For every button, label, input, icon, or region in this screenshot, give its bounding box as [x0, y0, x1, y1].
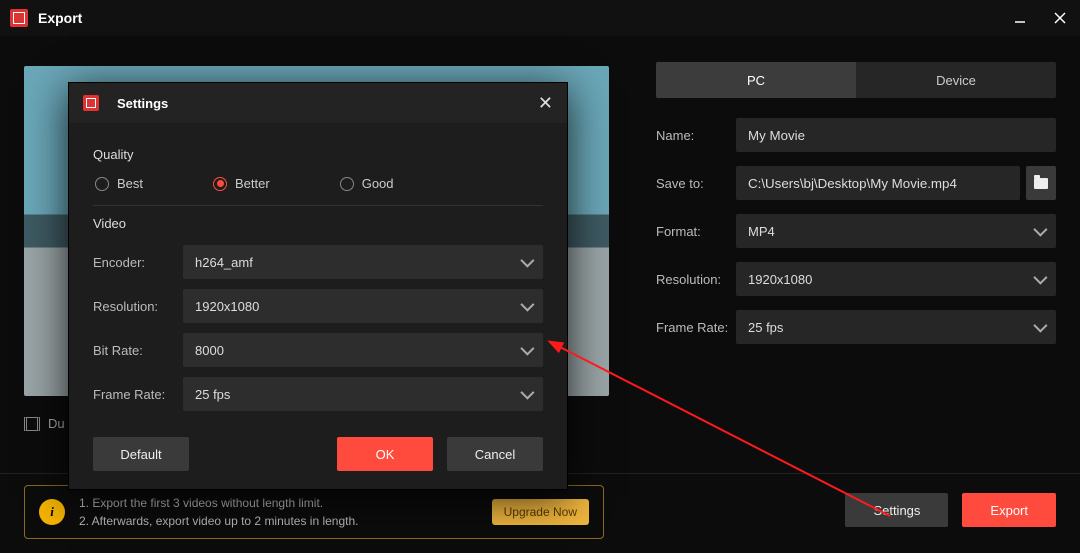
chevron-down-icon [520, 342, 534, 356]
modal-title: Settings [117, 96, 168, 111]
video-section-title: Video [93, 216, 543, 231]
resolution-label: Resolution: [656, 272, 736, 287]
app-icon [10, 9, 28, 27]
settings-modal: Settings ✕ Quality Best Better Good Vide… [68, 82, 568, 490]
chevron-down-icon [520, 386, 534, 400]
close-button[interactable] [1050, 8, 1070, 28]
cancel-button[interactable]: Cancel [447, 437, 543, 471]
app-icon [83, 95, 99, 111]
film-icon [24, 417, 40, 431]
encoder-label: Encoder: [93, 255, 183, 270]
encoder-select[interactable]: h264_amf [183, 245, 543, 279]
info-icon: i [39, 499, 65, 525]
upgrade-text: 1. Export the first 3 videos without len… [79, 494, 359, 530]
format-select[interactable]: MP4 [736, 214, 1056, 248]
saveto-label: Save to: [656, 176, 736, 191]
folder-icon [1034, 178, 1048, 189]
framerate-select[interactable]: 25 fps [736, 310, 1056, 344]
modal-framerate-label: Frame Rate: [93, 387, 183, 402]
chevron-down-icon [1033, 223, 1047, 237]
quality-radio-better[interactable]: Better [213, 176, 270, 191]
upgrade-banner: i 1. Export the first 3 videos without l… [24, 485, 604, 539]
duration-label: Du [48, 416, 65, 431]
bitrate-select[interactable]: 8000 [183, 333, 543, 367]
format-label: Format: [656, 224, 736, 239]
ok-button[interactable]: OK [337, 437, 433, 471]
default-button[interactable]: Default [93, 437, 189, 471]
export-button[interactable]: Export [962, 493, 1056, 527]
browse-button[interactable] [1026, 166, 1056, 200]
modal-header: Settings ✕ [69, 83, 567, 123]
tab-pc[interactable]: PC [656, 62, 856, 98]
title-bar: Export [0, 0, 1080, 36]
modal-resolution-select[interactable]: 1920x1080 [183, 289, 543, 323]
chevron-down-icon [1033, 319, 1047, 333]
saveto-input[interactable] [736, 166, 1020, 200]
chevron-down-icon [520, 298, 534, 312]
upgrade-button[interactable]: Upgrade Now [492, 499, 589, 525]
target-tabs: PC Device [656, 62, 1056, 98]
chevron-down-icon [520, 254, 534, 268]
quality-radio-best[interactable]: Best [95, 176, 143, 191]
chevron-down-icon [1033, 271, 1047, 285]
window-title: Export [38, 10, 82, 26]
name-label: Name: [656, 128, 736, 143]
divider [93, 205, 543, 206]
modal-framerate-select[interactable]: 25 fps [183, 377, 543, 411]
modal-resolution-label: Resolution: [93, 299, 183, 314]
modal-close-button[interactable]: ✕ [538, 93, 553, 114]
quality-section-title: Quality [93, 147, 543, 162]
quality-radio-good[interactable]: Good [340, 176, 394, 191]
export-form: PC Device Name: Save to: Format: MP4 Res… [656, 62, 1056, 344]
bitrate-label: Bit Rate: [93, 343, 183, 358]
resolution-select[interactable]: 1920x1080 [736, 262, 1056, 296]
name-input[interactable] [736, 118, 1056, 152]
minimize-button[interactable] [1010, 8, 1030, 28]
settings-button[interactable]: Settings [845, 493, 948, 527]
framerate-label: Frame Rate: [656, 320, 736, 335]
tab-device[interactable]: Device [856, 62, 1056, 98]
